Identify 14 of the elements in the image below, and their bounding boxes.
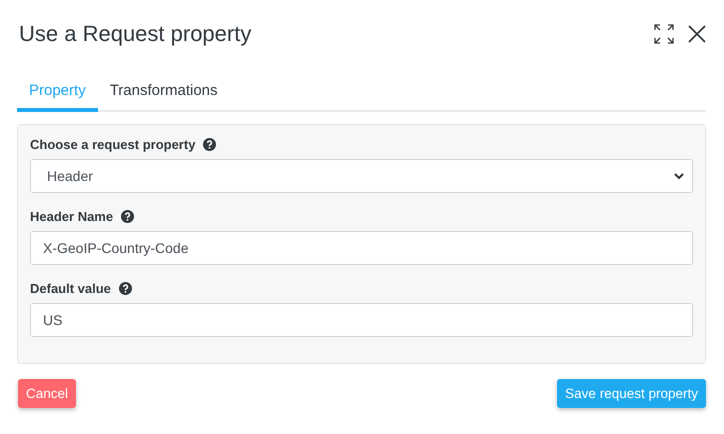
chevron-icon xyxy=(674,172,684,180)
field-label: Choose a request property xyxy=(30,137,196,152)
tab[interactable]: Transformations xyxy=(98,72,230,112)
field-label: Header Name xyxy=(30,209,114,224)
select-field[interactable]: Header xyxy=(30,159,693,193)
input-field[interactable]: X-GeoIP-Country-Code xyxy=(30,231,693,265)
help-icon[interactable] xyxy=(118,282,132,295)
dialog-title: Use a Request property xyxy=(19,21,252,47)
field-label: Default value xyxy=(30,281,111,296)
help-icon[interactable] xyxy=(203,138,216,151)
help-icon[interactable] xyxy=(121,210,134,223)
expand-icon[interactable] xyxy=(654,24,674,44)
close-icon[interactable] xyxy=(688,25,706,43)
input-field[interactable]: US xyxy=(30,303,693,337)
